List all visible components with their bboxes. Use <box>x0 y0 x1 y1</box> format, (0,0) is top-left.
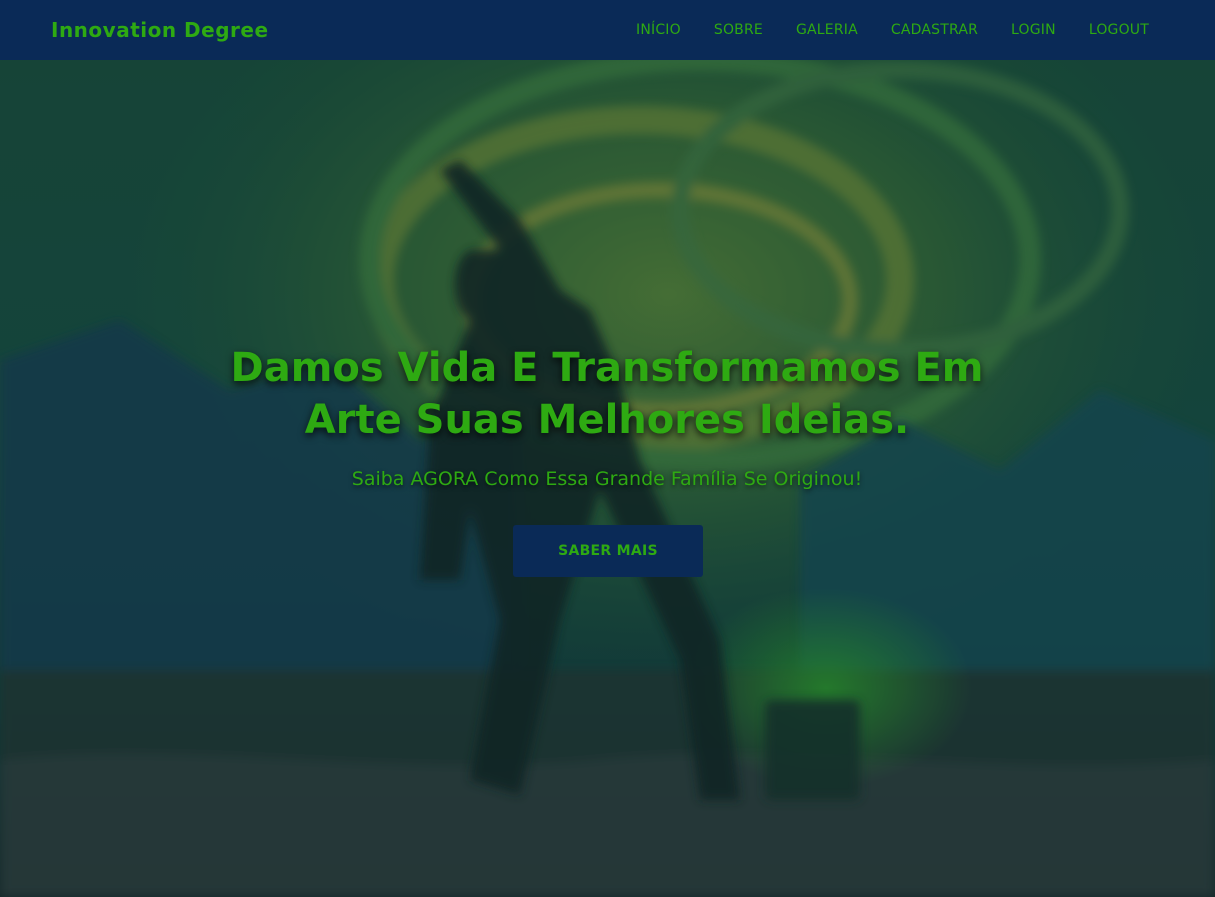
hero-subtitle: Saiba AGORA Como Essa Grande Família Se … <box>351 468 863 490</box>
nav-link-galeria[interactable]: GALERIA <box>796 22 858 38</box>
nav-link-cadastrar[interactable]: CADASTRAR <box>891 22 978 38</box>
nav-link-login[interactable]: LOGIN <box>1011 22 1056 38</box>
hero-title: Damos Vida E Transformamos Em Arte Suas … <box>230 345 984 443</box>
saber-mais-button[interactable]: SABER MAIS <box>513 525 703 577</box>
hero-section: Damos Vida E Transformamos Em Arte Suas … <box>0 60 1215 897</box>
hero-content: Damos Vida E Transformamos Em Arte Suas … <box>0 60 1215 897</box>
nav-links: INÍCIO SOBRE GALERIA CADASTRAR LOGIN LOG… <box>603 22 1149 38</box>
nav-link-sobre[interactable]: SOBRE <box>714 22 763 38</box>
navbar: Innovation Degree INÍCIO SOBRE GALERIA C… <box>0 0 1215 60</box>
nav-link-logout[interactable]: LOGOUT <box>1089 22 1149 38</box>
brand-logo[interactable]: Innovation Degree <box>51 18 269 42</box>
nav-link-inicio[interactable]: INÍCIO <box>636 22 681 38</box>
